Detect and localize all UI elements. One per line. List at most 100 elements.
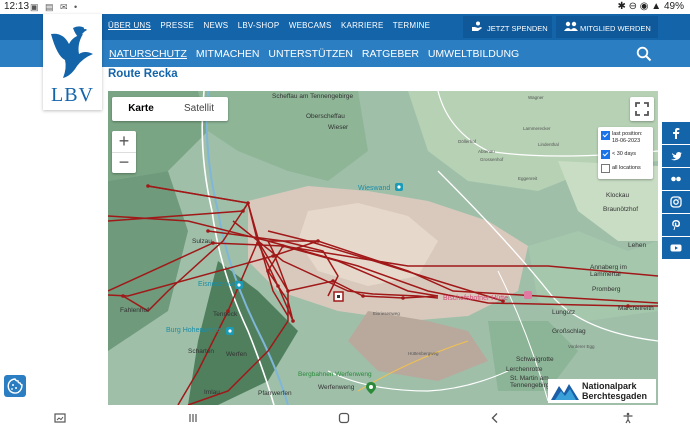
nav-lbv-shop[interactable]: LBV-SHOP — [238, 21, 280, 30]
battery-level: 49% — [663, 1, 684, 12]
place-burg-hohenwerfen: Burg Hohenwerfen — [166, 327, 225, 334]
place-lammerecker: Lammerecker — [523, 126, 551, 131]
nav-ueber-uns[interactable]: ÜBER UNS — [108, 21, 151, 30]
place-eisriesenwelt: Eisriesenwelt — [198, 281, 240, 288]
zoom-in-button[interactable]: + — [112, 131, 136, 152]
legend-last-position-date: 18-06-2023 — [612, 138, 641, 144]
status-right: ✱ ⊖ ◉ ▲ 49% — [617, 1, 684, 12]
nav-ratgeber[interactable]: RATGEBER — [362, 48, 419, 60]
social-flickr[interactable] — [662, 168, 690, 190]
map-type-karte[interactable]: Karte — [112, 97, 170, 121]
track-lines — [108, 185, 658, 405]
nav-umweltbildung[interactable]: UMWELTBILDUNG — [428, 48, 519, 60]
place-grossschlag: Großschlag — [552, 328, 586, 335]
fullscreen-button[interactable] — [630, 97, 654, 121]
facebook-icon — [673, 128, 680, 139]
legend-last-position-label: last position: — [612, 131, 643, 137]
poi-camera-icon[interactable] — [226, 327, 234, 335]
map-view[interactable]: Scheffau am Tennengebirge Oberscheffau W… — [108, 91, 658, 405]
place-annaberg: Annaberg im Lammertal — [590, 264, 627, 278]
page-title: Route Recka — [108, 68, 178, 80]
lbv-logo[interactable]: LBV — [43, 14, 102, 110]
place-oberscheffau: Oberscheffau — [306, 113, 345, 120]
place-eggenreit: Eggenreit — [518, 176, 538, 181]
poi-camera-icon[interactable] — [235, 281, 243, 289]
fullscreen-icon — [635, 102, 649, 116]
nav-news[interactable]: NEWS — [204, 21, 229, 30]
place-scharten: Scharten — [188, 348, 215, 355]
mitglied-button[interactable]: MITGLIED WERDEN — [556, 16, 658, 38]
recent-apps-icon[interactable] — [188, 413, 198, 423]
status-bar: 12:13 ▣ ▤ ✉ • ✱ ⊖ ◉ ▲ 49% — [0, 0, 690, 14]
place-eisriesenweg: Eisriesenweg — [373, 311, 400, 316]
instagram-icon — [670, 196, 682, 208]
accessibility-icon[interactable] — [622, 412, 634, 424]
checkbox-30-days[interactable] — [601, 150, 610, 159]
place-fahlenhof: Fahlenhof — [120, 307, 149, 314]
social-twitter[interactable] — [662, 145, 690, 167]
place-lehen: Lehen — [628, 242, 647, 249]
place-bischofshofner-huette: Bischofshofner Hütte — [443, 295, 508, 302]
nav-mitmachen[interactable]: MITMACHEN — [196, 48, 260, 60]
place-werfen: Werfen — [226, 351, 247, 358]
checkbox-all-locations[interactable] — [601, 164, 610, 173]
place-wieswand: Wieswand — [358, 185, 391, 192]
social-youtube[interactable] — [662, 237, 690, 259]
signal-icons: ✱ ⊖ ◉ ▲ — [617, 1, 664, 12]
place-sulzau: Sulzau — [192, 238, 212, 245]
place-werfenweng: Werfenweng — [318, 384, 355, 391]
place-klockau: Klockau — [606, 192, 630, 199]
spenden-button[interactable]: JETZT SPENDEN — [463, 16, 552, 38]
screenshot-icon[interactable] — [54, 413, 66, 424]
nav-unterstuetzen[interactable]: UNTERSTÜTZEN — [268, 48, 353, 60]
cookie-settings-button[interactable] — [4, 375, 26, 397]
mitglied-label: MITGLIED WERDEN — [580, 24, 651, 33]
map-type-satellit[interactable]: Satellit — [170, 97, 228, 121]
nav-termine[interactable]: TERMINE — [393, 21, 430, 30]
place-braunoetzhof: Braunötzhof — [603, 206, 639, 213]
legend-30-days-label: < 30 days — [612, 151, 637, 157]
youtube-icon — [670, 244, 682, 252]
nav-naturschutz[interactable]: NATURSCHUTZ — [109, 48, 187, 60]
nav-webcams[interactable]: WEBCAMS — [289, 21, 332, 30]
place-schwaigrotte: Schwaigrotte — [516, 356, 554, 363]
checkbox-last-position[interactable] — [601, 131, 610, 140]
place-lerchenrotte: Lerchenrotte — [506, 366, 543, 373]
nav-karriere[interactable]: KARRIERE — [341, 21, 384, 30]
place-grossenhof: Grossenhof — [480, 157, 504, 162]
place-st-martin: St. Martin am Tennengebirge — [510, 375, 554, 389]
social-instagram[interactable] — [662, 191, 690, 213]
place-lindenthal: Lindenthal — [538, 142, 559, 147]
main-navigation: NATURSCHUTZ MITMACHEN UNTERSTÜTZEN RATGE… — [0, 40, 690, 67]
nav-presse[interactable]: PRESSE — [160, 21, 194, 30]
pinterest-icon — [672, 220, 680, 230]
place-huettenbergweg: Hüttenbergweg — [408, 351, 439, 356]
flickr-icon — [671, 176, 681, 182]
search-icon[interactable] — [636, 46, 652, 62]
place-pfarrwerfen: Pfarrwerfen — [258, 390, 292, 397]
poi-camera-icon[interactable] — [395, 183, 403, 191]
notification-icons: ▣ ▤ ✉ • — [30, 2, 80, 12]
cookie-icon — [7, 378, 23, 394]
back-icon[interactable] — [490, 412, 500, 424]
social-facebook[interactable] — [662, 122, 690, 144]
place-wieser: Wieser — [328, 124, 349, 131]
place-imlau: Imlau — [204, 389, 220, 396]
place-doellerhof: Döllerhof — [458, 139, 477, 144]
zoom-control: + − — [112, 131, 136, 173]
twitter-icon — [671, 152, 682, 161]
track-points — [121, 184, 630, 323]
poi-pin-icon[interactable] — [366, 382, 376, 394]
place-wagner: Wagner — [528, 95, 544, 100]
poi-hotel-icon[interactable] — [524, 291, 532, 299]
nationalpark-badge: Nationalpark Berchtesgaden — [548, 379, 656, 403]
map-type-toggle: Karte Satellit — [112, 97, 228, 121]
logo-text: LBV — [51, 84, 94, 106]
social-pinterest[interactable] — [662, 214, 690, 236]
place-promberg: Promberg — [592, 286, 621, 293]
place-abtenau: Abtenau — [478, 149, 495, 154]
spenden-label: JETZT SPENDEN — [487, 24, 548, 33]
place-scheffau: Scheffau am Tennengebirge — [272, 93, 354, 100]
zoom-out-button[interactable]: − — [112, 152, 136, 174]
home-icon[interactable] — [338, 412, 350, 424]
